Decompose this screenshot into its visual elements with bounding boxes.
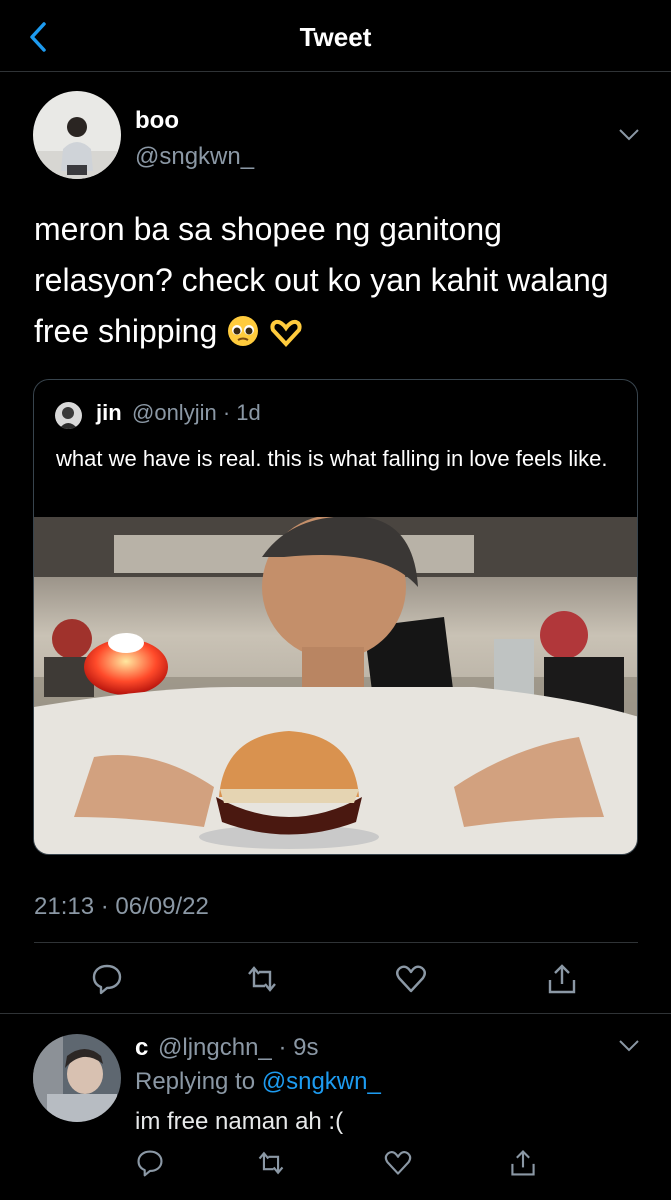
reply-avatar[interactable] [33,1034,121,1122]
quote-photo[interactable] [34,517,638,855]
heart-hands-emoji-icon [269,312,303,363]
reply-age: · 9s [278,1034,319,1061]
retweet-icon[interactable] [245,962,279,996]
reply-text: im free naman ah :( [135,1108,344,1135]
chevron-down-icon[interactable] [618,128,640,142]
author-avatar[interactable] [33,91,121,179]
chevron-down-icon[interactable] [618,1039,640,1053]
like-heart-icon[interactable] [394,962,428,996]
quote-avatar [55,402,82,429]
top-bar: Tweet [0,0,671,72]
replying-to-label: Replying to [135,1068,256,1095]
quoted-tweet[interactable]: jin @onlyjin · 1d what we have is real. … [33,379,638,855]
quote-handle-text: @onlyjin [132,400,217,425]
author-name[interactable]: boo [135,107,179,135]
tweet-text: meron ba sa shopee ng ganitong relasyon?… [34,204,634,363]
tweet-timestamp[interactable]: 21:13 · 06/09/22 [34,893,209,921]
reply-author-name[interactable]: c [135,1034,148,1062]
divider [0,1013,671,1014]
quote-author-handle: @onlyjin · 1d [132,400,261,426]
page-title: Tweet [299,22,372,52]
reply-author-meta: @ljngchn_ · 9s [158,1034,318,1062]
replying-to-line: Replying to @sngkwn_ [135,1068,381,1096]
reply-icon[interactable] [135,1148,165,1178]
reply-handle[interactable]: @ljngchn_ [158,1034,272,1061]
divider [34,942,638,943]
pleading-face-emoji-icon [226,312,260,363]
quote-age: · 1d [222,400,261,425]
author-handle[interactable]: @sngkwn_ [135,143,254,171]
like-heart-icon[interactable] [383,1148,413,1178]
replying-to-link[interactable]: @sngkwn_ [262,1068,381,1095]
reply-icon[interactable] [90,962,124,996]
quote-author-name: jin [96,400,122,425]
share-icon[interactable] [545,962,579,996]
quote-text: what we have is real. this is what falli… [56,446,608,471]
tweet-text-content: meron ba sa shopee ng ganitong relasyon?… [34,211,609,349]
retweet-icon[interactable] [256,1148,286,1178]
share-icon[interactable] [508,1148,538,1178]
